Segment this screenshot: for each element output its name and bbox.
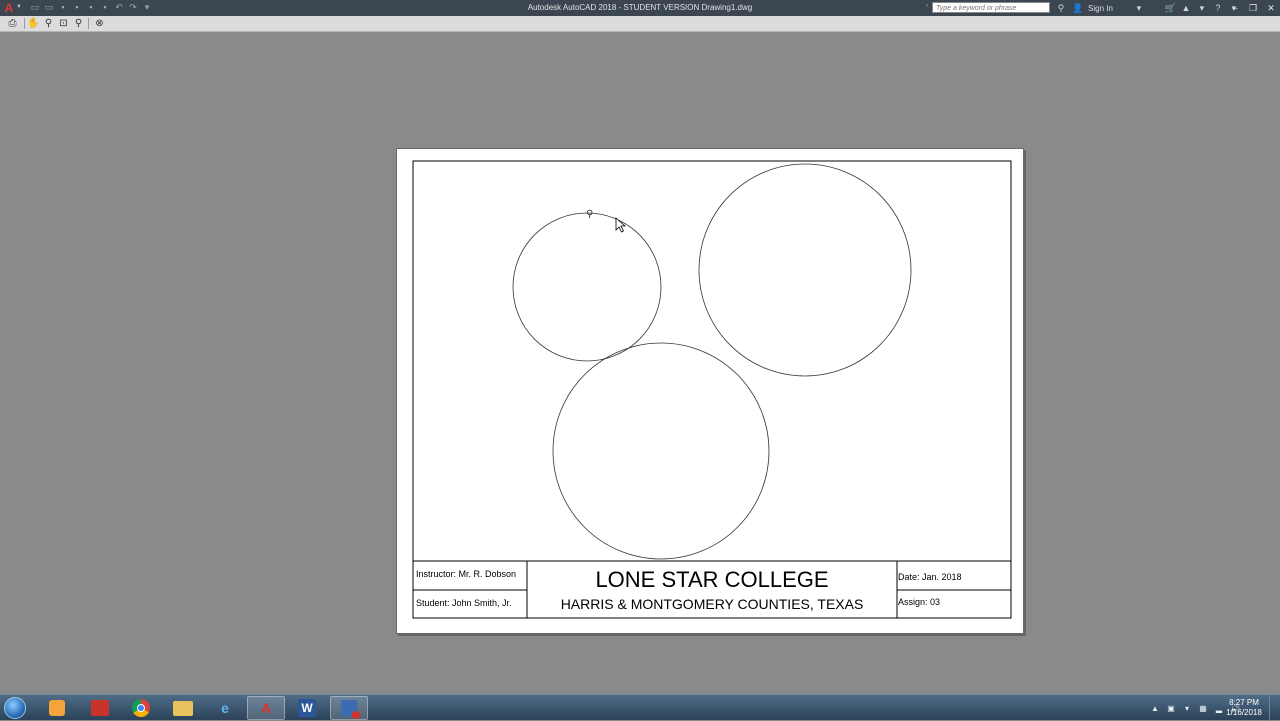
save-utility-taskbar-icon[interactable] (330, 696, 368, 720)
windows-start-button[interactable] (4, 697, 26, 719)
app-title-bar: A ▼ ▭ ▭ ▪ ▪ ▪ ▪ ↶ ↷ ▾ Autodesk AutoCAD 2… (0, 0, 1280, 16)
circle-bottom (552, 342, 770, 560)
date-label: Date: Jan. 2018 (898, 572, 962, 582)
titlebar-right-tools: ⚲ 👤 Sign In ▾ 🛒 ▲ ▾ ? ▾ (1056, 0, 1239, 16)
file-explorer-taskbar-icon[interactable] (164, 696, 202, 720)
assignment-label: Assign: 03 (898, 597, 941, 607)
show-hidden-icons-icon[interactable]: ▲ (1150, 704, 1160, 713)
drawing-canvas (412, 160, 1012, 619)
chrome-taskbar-icon[interactable] (122, 696, 160, 720)
sign-in-link[interactable]: Sign In (1088, 4, 1113, 13)
autodesk-app-store-icon[interactable]: 🛒 (1165, 3, 1176, 14)
word-taskbar-icon[interactable]: W (288, 696, 326, 720)
instructor-label: Instructor: Mr. R. Dobson (416, 569, 517, 579)
network-tray-icon[interactable]: ▾ (1182, 704, 1192, 713)
mouse-pointer-icon (615, 217, 627, 233)
a360-icon[interactable]: ▲ (1181, 3, 1191, 13)
counties-subtitle: HARRIS & MONTGOMERY COUNTIES, TEXAS (560, 596, 864, 612)
drawing-border (412, 160, 1012, 619)
clock-time: 8:27 PM (1229, 698, 1259, 707)
binoculars-search-icon[interactable]: ⚲ (1056, 3, 1066, 14)
help-search-input[interactable]: Type a keyword or phrase (932, 2, 1050, 13)
student-label: Student: John Smith, Jr. (416, 598, 512, 608)
circle-large (698, 163, 912, 377)
window-controls: – ❐ ✕ (1230, 0, 1276, 16)
internet-explorer-taskbar-icon[interactable]: e (206, 696, 244, 720)
print-icon[interactable]: ⎙ (6, 17, 19, 30)
autodesk-taskbar-icon[interactable] (81, 696, 119, 720)
plot-preview-toolbar: ⎙ ✋ ⚲ ⊡ ⚲ ⊗ (0, 16, 1280, 32)
show-desktop-button[interactable] (1269, 695, 1280, 721)
store-dropdown-icon[interactable]: ▾ (1197, 3, 1207, 14)
sign-in-dropdown-icon[interactable]: ▾ (1119, 3, 1159, 14)
restore-icon[interactable]: ❐ (1248, 3, 1258, 14)
system-clock[interactable]: 8:27 PM 1/16/2018 (1222, 698, 1266, 718)
close-preview-icon[interactable]: ⊗ (93, 17, 106, 30)
zoom-realtime-icon[interactable]: ⚲ (42, 17, 55, 30)
circle-small (512, 212, 662, 362)
toolbar-separator (88, 18, 89, 29)
zoom-cursor-icon: ⚲ (586, 209, 594, 220)
autocad-taskbar-icon[interactable]: A (247, 696, 285, 720)
search-expand-icon[interactable]: › (926, 3, 928, 9)
media-player-taskbar-icon[interactable] (38, 696, 76, 720)
minimize-icon[interactable]: – (1230, 3, 1240, 13)
help-icon[interactable]: ? (1213, 3, 1223, 13)
windows-taskbar: e A W ▲ ▣ ▾ ▦ ▂ 🔊 8:27 PM 1/16/2018 (0, 694, 1280, 721)
zoom-original-icon[interactable]: ⚲ (72, 17, 85, 30)
clock-date: 1/16/2018 (1226, 708, 1262, 717)
plot-preview-sheet[interactable]: Instructor: Mr. R. Dobson Student: John … (396, 148, 1024, 634)
college-title: LONE STAR COLLEGE (595, 567, 829, 592)
pan-icon[interactable]: ✋ (27, 17, 40, 30)
adobe-tray-icon[interactable]: ▣ (1166, 704, 1176, 713)
user-icon[interactable]: 👤 (1072, 3, 1083, 14)
update-tray-icon[interactable]: ▦ (1198, 704, 1208, 713)
toolbar-separator (24, 18, 25, 29)
zoom-window-icon[interactable]: ⊡ (57, 17, 70, 30)
close-icon[interactable]: ✕ (1266, 3, 1276, 14)
